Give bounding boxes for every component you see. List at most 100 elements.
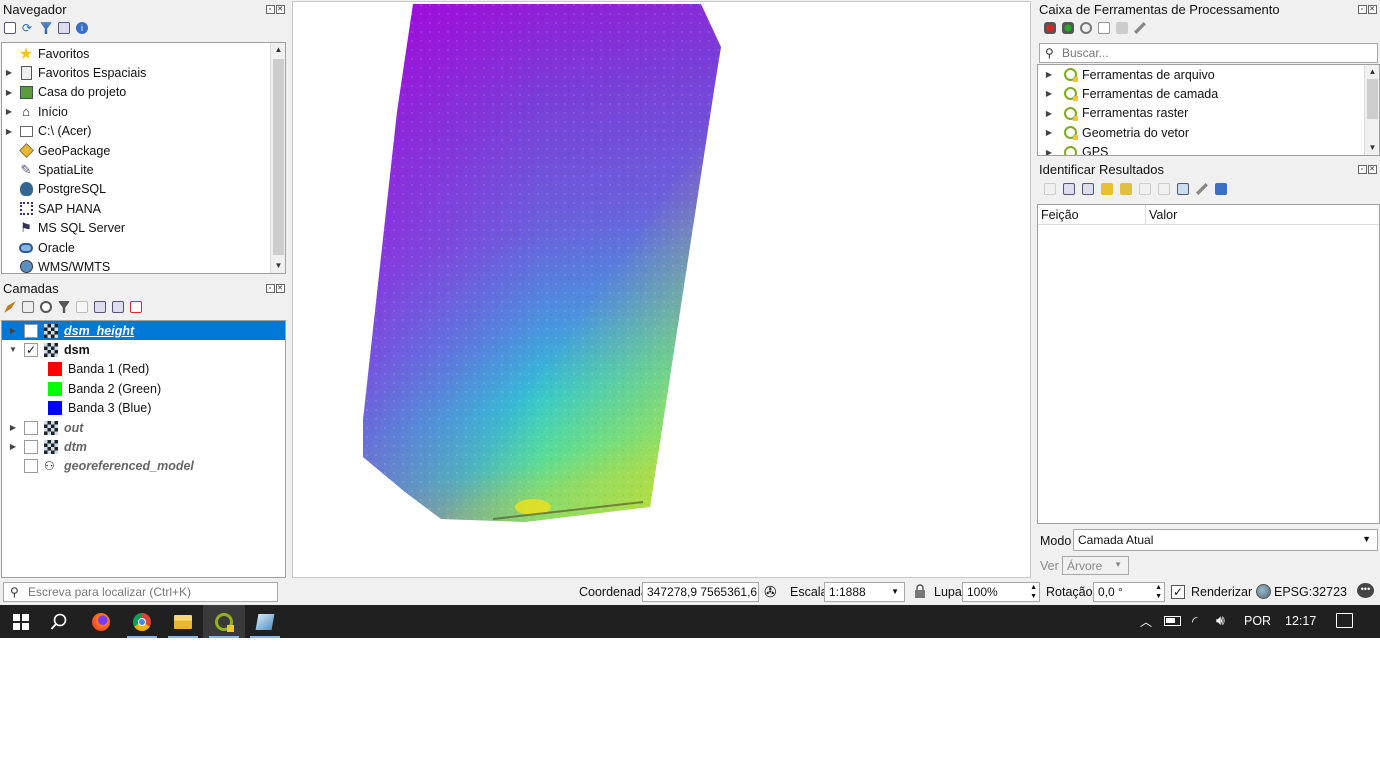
- layer-item[interactable]: ▼ ✓ dsm: [2, 340, 285, 359]
- processing-group[interactable]: ▶ Geometria do vetor: [1038, 123, 1189, 142]
- processing-search-input[interactable]: ⚲ Buscar...: [1039, 43, 1378, 63]
- coordinate-field[interactable]: 347278,9 7565361,6: [642, 582, 759, 602]
- edit-features-icon[interactable]: [1116, 22, 1128, 34]
- scale-combobox[interactable]: 1:1888 ▼: [824, 582, 905, 602]
- layer-visibility-checkbox[interactable]: ✓: [24, 342, 38, 357]
- scripts-icon[interactable]: [1062, 22, 1074, 34]
- select-mode-icon[interactable]: [1177, 183, 1189, 195]
- file-explorer-icon[interactable]: [162, 605, 204, 638]
- expand-all-icon[interactable]: [94, 301, 106, 313]
- expand-arrow-icon[interactable]: ▶: [2, 127, 16, 136]
- expand-arrow-icon[interactable]: ▶: [2, 326, 24, 335]
- identify-dock-buttons[interactable]: ▫ ✕: [1357, 163, 1377, 174]
- magnifier-spinbox[interactable]: 100% ▲ ▼: [962, 582, 1040, 602]
- layer-item[interactable]: ⚇ georeferenced_model: [2, 457, 285, 476]
- refresh-icon[interactable]: ⟳: [22, 22, 34, 34]
- add-group-icon[interactable]: [22, 301, 34, 313]
- navigator-item[interactable]: ▶ Favoritos Espaciais: [2, 63, 146, 82]
- col-feature-header[interactable]: Feição: [1041, 208, 1079, 222]
- spin-arrows-icon[interactable]: ▲ ▼: [1155, 583, 1162, 601]
- models-icon[interactable]: [1044, 22, 1056, 34]
- navigator-item[interactable]: ▶ Casa do projeto: [2, 83, 126, 102]
- expand-arrow-icon[interactable]: ▶: [2, 68, 16, 77]
- volume-icon[interactable]: 🔊︎: [1216, 612, 1225, 629]
- expand-arrow-icon[interactable]: ▶: [2, 442, 24, 451]
- add-selected-icon[interactable]: [4, 22, 16, 34]
- collapse-tree-icon[interactable]: [1082, 183, 1094, 195]
- collapse-all-layers-icon[interactable]: [112, 301, 124, 313]
- search-icon[interactable]: [38, 605, 80, 638]
- layer-visibility-checkbox[interactable]: [24, 323, 38, 338]
- spin-arrows-icon[interactable]: ▲ ▼: [1030, 583, 1037, 601]
- rotation-spinbox[interactable]: 0,0 ° ▲ ▼: [1093, 582, 1165, 602]
- processing-group[interactable]: ▶ Ferramentas raster: [1038, 104, 1188, 123]
- filter-legend-icon[interactable]: [58, 301, 70, 313]
- globe-crs-icon[interactable]: [1256, 584, 1271, 599]
- processing-scrollbar[interactable]: ▲ ▼: [1364, 65, 1379, 155]
- navigator-item[interactable]: ⚑ MS SQL Server: [2, 219, 125, 238]
- filter-expression-icon[interactable]: [76, 301, 88, 313]
- filter-icon[interactable]: [40, 22, 52, 34]
- firefox-icon[interactable]: [80, 605, 122, 638]
- processing-group[interactable]: ▶ Ferramentas de camada: [1038, 84, 1218, 103]
- navigator-scrollbar[interactable]: ▲ ▼: [270, 43, 285, 273]
- legend-item[interactable]: Banda 3 (Blue): [2, 399, 285, 418]
- notifications-icon[interactable]: [1336, 613, 1353, 628]
- navigator-item[interactable]: ★ Favoritos: [2, 44, 90, 63]
- lock-icon[interactable]: [914, 584, 926, 598]
- navigator-item[interactable]: PostgreSQL: [2, 180, 106, 199]
- navigator-item[interactable]: Oracle: [2, 238, 75, 257]
- processing-group[interactable]: ▶ Ferramentas de arquivo: [1038, 65, 1215, 84]
- col-value-header[interactable]: Valor: [1149, 208, 1177, 222]
- expand-arrow-icon[interactable]: ▶: [1038, 109, 1060, 118]
- processing-group[interactable]: ▶ GPS: [1038, 143, 1108, 155]
- app-taskbar-icon[interactable]: [244, 605, 286, 638]
- print-icon[interactable]: [1158, 183, 1170, 195]
- expand-arrow-icon[interactable]: ▶: [2, 88, 16, 97]
- messages-icon[interactable]: •••: [1357, 583, 1374, 598]
- copy-feature-icon[interactable]: [1139, 183, 1151, 195]
- options-wrench-icon[interactable]: [1134, 22, 1146, 34]
- clear-results-icon[interactable]: [1120, 183, 1132, 195]
- navigator-item[interactable]: WMS/WMTS: [2, 257, 110, 273]
- history-icon[interactable]: [1080, 22, 1092, 34]
- legend-item[interactable]: Banda 1 (Red): [2, 360, 285, 379]
- expand-new-icon[interactable]: [1101, 183, 1113, 195]
- language-indicator[interactable]: POR: [1244, 614, 1271, 628]
- expand-arrow-icon[interactable]: ▶: [2, 107, 16, 116]
- layer-visibility-checkbox[interactable]: [24, 459, 38, 474]
- mouse-coordinate-toggle-icon[interactable]: ✇: [764, 583, 777, 601]
- expand-arrow-icon[interactable]: ▶: [1038, 89, 1060, 98]
- layer-item[interactable]: ▶ dtm: [2, 437, 285, 456]
- layer-item[interactable]: ▶ dsm_height: [2, 321, 285, 340]
- chrome-icon[interactable]: [121, 605, 163, 638]
- crs-button[interactable]: EPSG:32723: [1274, 585, 1347, 599]
- navigator-item[interactable]: ▶ C:\ (Acer): [2, 122, 92, 141]
- clock[interactable]: 12:17: [1285, 614, 1316, 628]
- mode-select[interactable]: Camada Atual ▼: [1073, 529, 1378, 551]
- battery-icon[interactable]: [1164, 616, 1181, 626]
- layers-dock-buttons[interactable]: ▫ ✕: [265, 282, 285, 293]
- wifi-icon[interactable]: ◜: [1192, 613, 1197, 630]
- windows-start-icon[interactable]: [0, 605, 42, 638]
- results-viewer-icon[interactable]: [1098, 22, 1110, 34]
- navigator-dock-buttons[interactable]: ▫ ✕: [265, 3, 285, 14]
- qgis-taskbar-icon[interactable]: [203, 605, 245, 638]
- settings-wrench-icon[interactable]: [1196, 183, 1208, 195]
- remove-layer-icon[interactable]: [130, 301, 142, 313]
- legend-item[interactable]: Banda 2 (Green): [2, 379, 285, 398]
- layer-visibility-checkbox[interactable]: [24, 420, 38, 435]
- info-icon[interactable]: i: [76, 22, 88, 34]
- navigator-item[interactable]: ▶ ⌂ Início: [2, 102, 68, 121]
- manage-visibility-icon[interactable]: [40, 301, 52, 313]
- expand-tree-icon[interactable]: [1063, 183, 1075, 195]
- navigator-item[interactable]: ✎ SpatiaLite: [2, 160, 94, 179]
- processing-dock-buttons[interactable]: ▫ ✕: [1357, 3, 1377, 14]
- view-select[interactable]: Árvore ▼: [1062, 556, 1129, 575]
- locator-input[interactable]: ⚲ Escreva para localizar (Ctrl+K): [3, 582, 278, 602]
- expand-arrow-icon[interactable]: ▶: [1038, 70, 1060, 79]
- identify-feature-icon[interactable]: [1044, 183, 1056, 195]
- render-checkbox[interactable]: ✓: [1171, 585, 1185, 599]
- help-icon[interactable]: [1215, 183, 1227, 195]
- collapse-all-icon[interactable]: [58, 22, 70, 34]
